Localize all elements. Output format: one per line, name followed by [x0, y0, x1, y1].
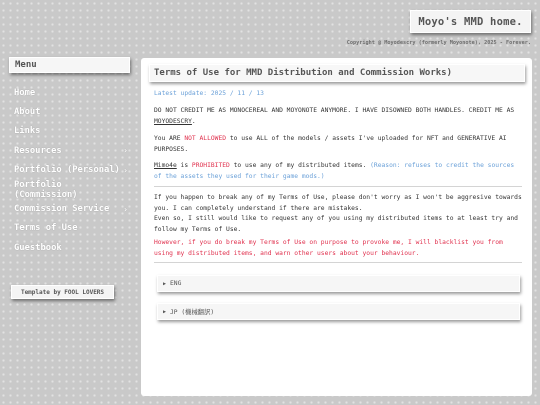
- sidebar-item-links[interactable]: Links: [14, 122, 132, 141]
- chevron-right-icon: ›: [123, 204, 128, 214]
- sidebar-item-label: Guestbook: [14, 242, 62, 253]
- nft-ai-notice: You ARE NOT ALLOWED to use ALL of the mo…: [154, 134, 522, 155]
- mimo4e-link[interactable]: Mimo4e: [154, 162, 177, 169]
- text: If you happen to break any of my Terms o…: [154, 194, 522, 212]
- triangle-right-icon: ▶: [163, 308, 167, 315]
- sidebar-item-label: Links: [14, 126, 41, 137]
- template-credit-button[interactable]: Template by FOOL LOVERS: [11, 285, 114, 299]
- accordion-label: ENG: [170, 280, 182, 287]
- sidebar-item-terms-of-use[interactable]: Terms of Use: [14, 219, 132, 238]
- blacklist-warning: However, if you do break my Terms of Use…: [154, 239, 503, 257]
- moyodescry-link[interactable]: MOYODESCRY: [154, 118, 192, 125]
- accordion-jp[interactable]: ▶ JP (機械翻訳): [157, 303, 520, 320]
- sidebar-item-commission-service[interactable]: Commission Service ›: [14, 199, 132, 218]
- latest-update: Latest update: 2025 / 11 / 13: [154, 90, 264, 97]
- sidebar-item-portfolio-commission[interactable]: Portfolio (Commission): [14, 179, 132, 200]
- menu-header: Menu: [9, 57, 130, 73]
- divider: [154, 262, 522, 263]
- prohibited-notice: Mimo4e is PROHIBITED to use any of my di…: [154, 161, 522, 182]
- text: .: [191, 117, 196, 125]
- text: to use any of my distributed items.: [229, 162, 371, 169]
- sidebar-item-guestbook[interactable]: Guestbook: [14, 238, 132, 257]
- accordion-eng[interactable]: ▶ ENG: [157, 275, 520, 292]
- sidebar-item-about[interactable]: About: [14, 102, 132, 121]
- sidebar-item-label: Terms of Use: [14, 223, 78, 234]
- sidebar-item-label: Portfolio (Personal): [14, 165, 120, 176]
- sidebar-item-label: About: [14, 107, 41, 118]
- main-content: Terms of Use for MMD Distribution and Co…: [141, 58, 532, 396]
- accordion-label: JP (機械翻訳): [170, 309, 215, 316]
- copyright-text: Copyright @ Moyodescry (formerly Moyonot…: [346, 40, 531, 46]
- sidebar-item-resources[interactable]: Resources ›: [14, 141, 132, 160]
- text: is: [176, 162, 192, 169]
- prohibited-text: PROHIBITED: [191, 162, 230, 169]
- text: DO NOT CREDIT ME AS MONOCEREAL AND MOYON…: [154, 107, 515, 114]
- sidebar-item-home[interactable]: Home: [14, 83, 132, 102]
- chevron-right-icon: ›: [123, 146, 128, 156]
- sidebar-item-label: Commission Service: [14, 204, 110, 215]
- site-title[interactable]: Moyo's MMD home.: [410, 10, 531, 33]
- disown-notice: DO NOT CREDIT ME AS MONOCEREAL AND MOYON…: [154, 106, 522, 127]
- sidebar-item-portfolio-personal[interactable]: Portfolio (Personal) ›: [14, 161, 132, 180]
- divider: [154, 186, 522, 187]
- chevron-right-icon: ›: [123, 165, 128, 175]
- page-title: Terms of Use for MMD Distribution and Co…: [149, 64, 525, 82]
- sidebar-item-label: Portfolio (Commission): [14, 179, 78, 200]
- sidebar-item-label: Resources: [14, 145, 62, 156]
- sidebar-item-label: Home: [14, 87, 36, 98]
- not-allowed-text: NOT ALLOWED: [184, 135, 227, 142]
- text: You ARE: [154, 135, 185, 142]
- triangle-right-icon: ▶: [163, 280, 167, 287]
- text: Even so, I still would like to request a…: [154, 215, 518, 233]
- sidebar-menu: Home About Links Resources › Portfolio (P…: [14, 83, 132, 258]
- mistakes-paragraph: If you happen to break any of my Terms o…: [154, 193, 522, 235]
